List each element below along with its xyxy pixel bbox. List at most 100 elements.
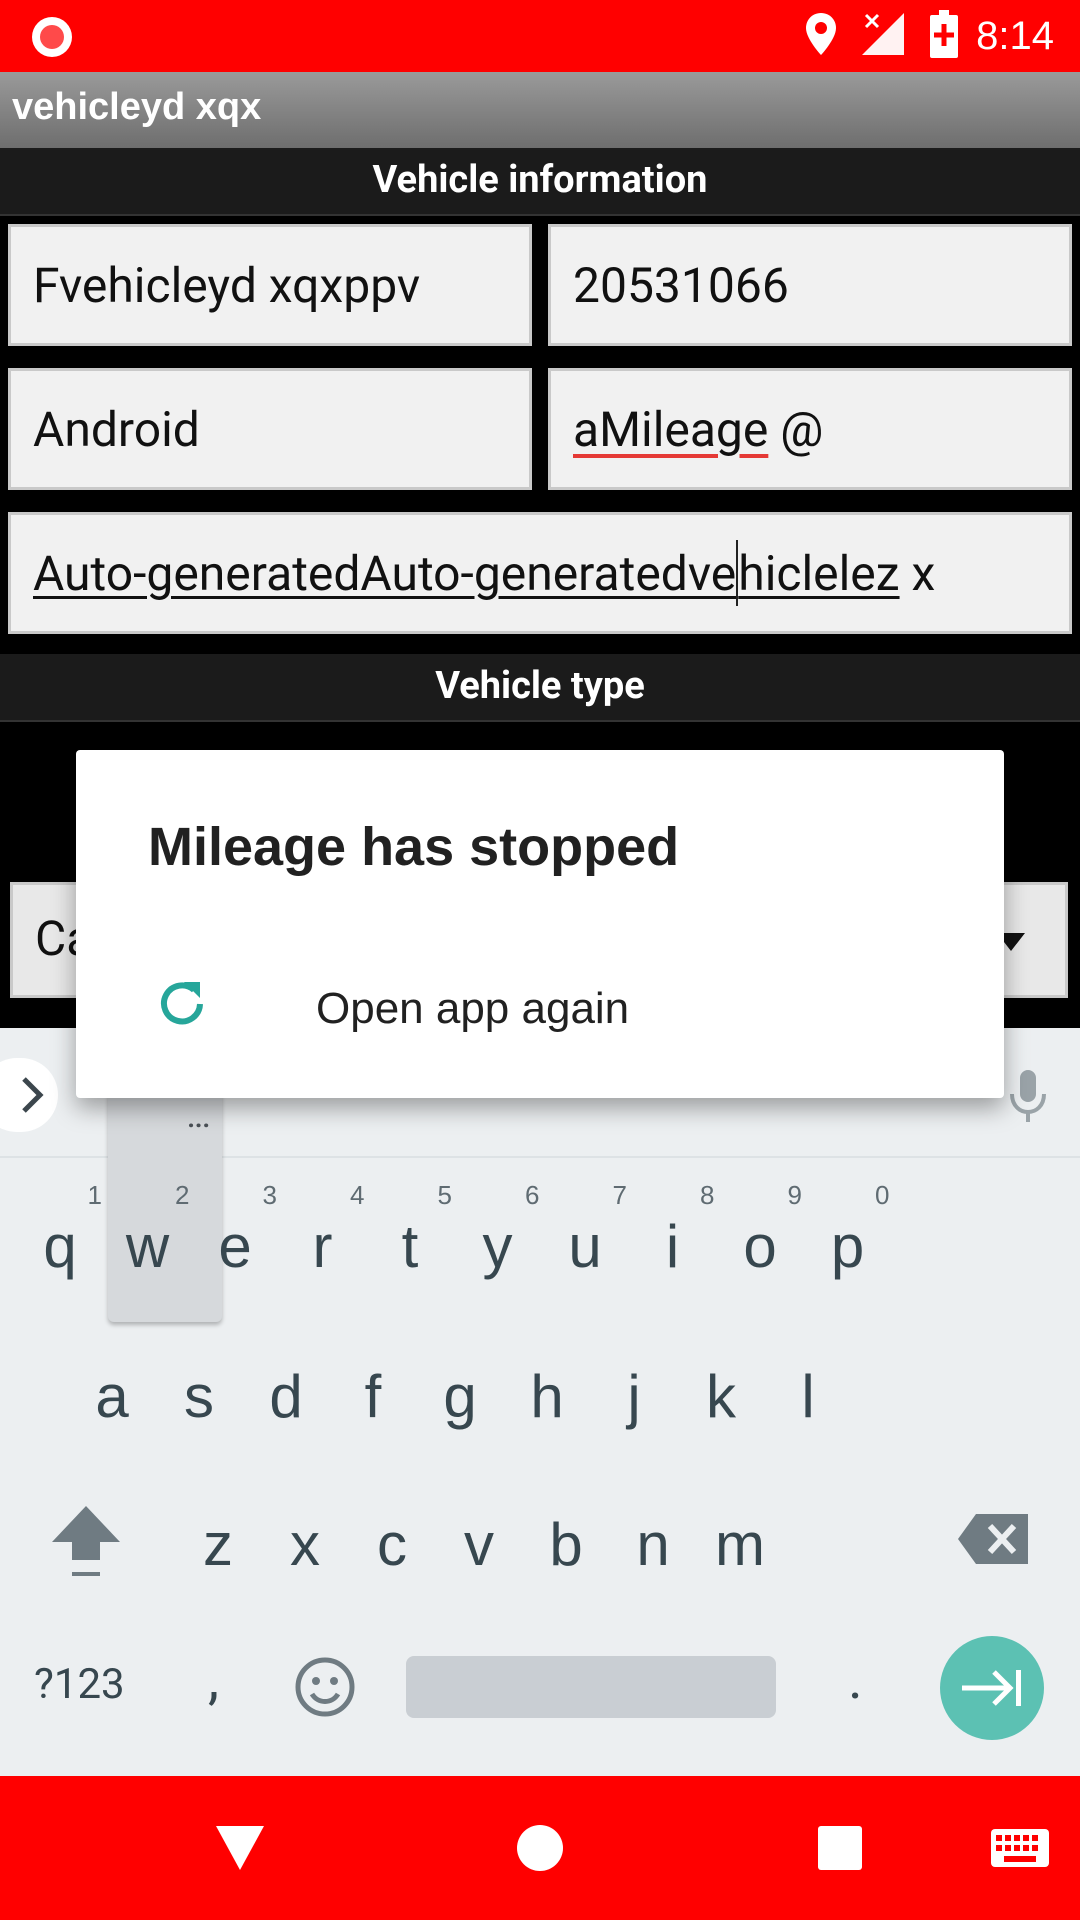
- chevron-right-icon: [22, 1077, 44, 1113]
- suggestions-expand-button[interactable]: [0, 1058, 58, 1132]
- vehicle-name-field[interactable]: Fvehicleyd xqxppv: [8, 224, 532, 346]
- key-label: h: [530, 1363, 564, 1430]
- key-label: m: [715, 1511, 765, 1578]
- back-button[interactable]: [180, 1776, 300, 1920]
- vehicle-information-header: Vehicle information: [0, 148, 1080, 216]
- vehicle-type-header: Vehicle type: [0, 654, 1080, 722]
- key-v[interactable]: v: [431, 1476, 527, 1596]
- space-bar[interactable]: [406, 1656, 776, 1718]
- key-g[interactable]: g: [412, 1328, 508, 1448]
- key-u[interactable]: u7: [537, 1178, 633, 1298]
- key-label: q: [43, 1213, 77, 1280]
- description-text-after-cursor: hiclelez: [738, 544, 900, 602]
- key-label: y: [482, 1213, 513, 1280]
- key-q[interactable]: q1: [12, 1178, 108, 1298]
- vehicle-number-field[interactable]: 20531066: [548, 224, 1072, 346]
- app-bar: vehicleyd xqx: [0, 72, 1080, 148]
- open-app-again-label: Open app again: [316, 984, 630, 1033]
- key-i[interactable]: i8: [625, 1178, 721, 1298]
- key-label: f: [364, 1363, 382, 1430]
- recents-square-icon: [818, 1826, 862, 1870]
- key-label: a: [95, 1363, 129, 1430]
- recents-button[interactable]: [780, 1776, 900, 1920]
- home-circle-icon: [517, 1825, 563, 1871]
- keyboard-switch-button[interactable]: [960, 1776, 1080, 1920]
- shift-icon: [52, 1506, 120, 1576]
- emoji-key[interactable]: [294, 1656, 356, 1722]
- key-label: o: [743, 1213, 777, 1280]
- navigation-bar: [0, 1776, 1080, 1920]
- vehicle-number-value: 20531066: [573, 256, 789, 314]
- key-x[interactable]: x: [257, 1476, 353, 1596]
- back-triangle-icon: [216, 1826, 264, 1870]
- key-label: j: [627, 1363, 641, 1430]
- voice-input-button[interactable]: [1006, 1068, 1050, 1130]
- key-y[interactable]: y6: [450, 1178, 546, 1298]
- key-e[interactable]: e3: [187, 1178, 283, 1298]
- keyboard-row-2: asdfghjkl: [0, 1328, 1080, 1448]
- key-label: v: [464, 1511, 494, 1578]
- app-title: vehicleyd xqx: [12, 86, 262, 128]
- key-h[interactable]: h: [499, 1328, 595, 1448]
- popup-more-indicator: ...: [187, 1104, 210, 1134]
- keyboard-icon: [991, 1829, 1049, 1867]
- symbols-key[interactable]: ?123: [34, 1660, 125, 1709]
- key-label: w: [125, 1213, 170, 1280]
- key-label: b: [549, 1511, 583, 1578]
- vehicle-make-field[interactable]: Android: [8, 368, 532, 490]
- refresh-icon: [154, 976, 210, 1036]
- enter-key[interactable]: [940, 1636, 1044, 1740]
- signal-icon: [860, 11, 906, 61]
- key-a[interactable]: a: [64, 1328, 160, 1448]
- key-r[interactable]: r4: [275, 1178, 371, 1298]
- key-n[interactable]: n: [605, 1476, 701, 1596]
- home-button[interactable]: [480, 1776, 600, 1920]
- vehicle-model-suffix: @: [768, 400, 824, 458]
- key-label: p: [830, 1213, 865, 1280]
- key-label: r: [312, 1213, 333, 1280]
- key-label: s: [184, 1363, 214, 1430]
- status-icons: 8:14: [804, 0, 1080, 72]
- status-bar: 8:14: [0, 0, 1080, 72]
- battery-icon: [930, 10, 959, 62]
- key-t[interactable]: t5: [362, 1178, 458, 1298]
- soft-keyboard: ... q1w2e3r4t5y6u7i8o9p0 asdfghjkl zxcvb…: [0, 1028, 1080, 1776]
- vehicle-make-value: Android: [33, 400, 200, 458]
- key-j[interactable]: j: [586, 1328, 682, 1448]
- key-f[interactable]: f: [325, 1328, 421, 1448]
- key-hint: 0: [875, 1180, 890, 1210]
- comma-key[interactable]: ,: [208, 1646, 219, 1712]
- key-label: g: [443, 1363, 477, 1430]
- key-m[interactable]: m: [692, 1476, 788, 1596]
- key-label: i: [665, 1213, 680, 1280]
- key-label: n: [636, 1511, 670, 1578]
- key-label: c: [377, 1511, 407, 1578]
- description-suffix: x: [899, 544, 936, 602]
- dialog-title: Mileage has stopped: [148, 817, 680, 877]
- key-o[interactable]: o9: [712, 1178, 808, 1298]
- record-icon: [32, 17, 72, 57]
- app-stopped-dialog: Mileage has stopped Open app again: [76, 750, 1004, 1098]
- key-w[interactable]: w2: [100, 1178, 196, 1298]
- key-c[interactable]: c: [344, 1476, 440, 1596]
- key-z[interactable]: z: [170, 1476, 266, 1596]
- key-k[interactable]: k: [673, 1328, 769, 1448]
- vehicle-model-value: aMileage: [573, 400, 769, 458]
- key-p[interactable]: p0: [800, 1178, 896, 1298]
- emoji-icon: [295, 1657, 355, 1717]
- key-s[interactable]: s: [151, 1328, 247, 1448]
- backspace-key[interactable]: [956, 1512, 1030, 1570]
- vehicle-name-value: Fvehicleyd xqxppv: [33, 256, 421, 314]
- key-d[interactable]: d: [238, 1328, 334, 1448]
- period-key[interactable]: .: [848, 1646, 863, 1712]
- vehicle-description-field[interactable]: Auto-generatedAuto-generatedve hiclelez x: [8, 512, 1072, 634]
- key-label: t: [401, 1213, 419, 1280]
- microphone-icon: [1010, 1070, 1046, 1122]
- key-b[interactable]: b: [518, 1476, 614, 1596]
- shift-key[interactable]: [50, 1504, 122, 1584]
- key-l[interactable]: l: [760, 1328, 856, 1448]
- key-label: x: [290, 1511, 320, 1578]
- vehicle-model-field[interactable]: aMileage @: [548, 368, 1072, 490]
- clock: 8:14: [976, 13, 1054, 58]
- open-app-again-button[interactable]: Open app again: [76, 946, 1004, 1066]
